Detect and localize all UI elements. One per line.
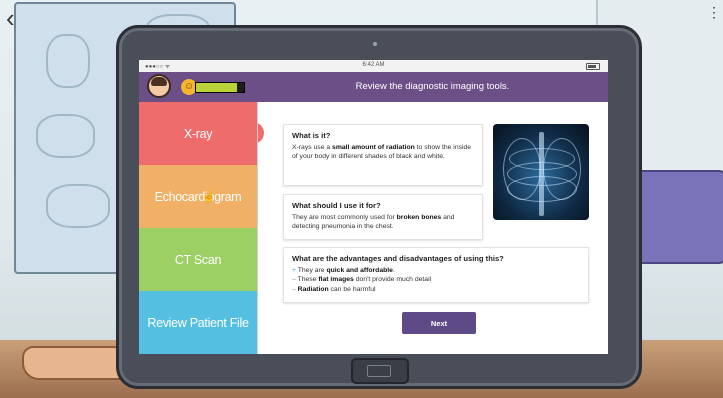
next-button[interactable]: Next bbox=[402, 312, 476, 334]
heart-sketch bbox=[46, 34, 90, 88]
camera-icon bbox=[373, 42, 377, 46]
advantage-line: + They are quick and affordable. bbox=[292, 266, 580, 276]
menu-item-label: Review Patient File bbox=[147, 315, 249, 330]
menu-item-review-patient-file[interactable]: Review Patient File bbox=[139, 291, 257, 354]
divider bbox=[257, 102, 258, 354]
card-heading: What is it? bbox=[292, 131, 331, 140]
minus-icon: – bbox=[292, 276, 296, 283]
disadvantage-line: – These flat images don't provide much d… bbox=[292, 275, 580, 285]
progress-fill bbox=[196, 83, 237, 92]
card-text: X-rays use a small amount of radiation t… bbox=[292, 144, 471, 161]
advantages-card: What are the advantages and disadvantage… bbox=[283, 247, 589, 303]
menu-item-label: CT Scan bbox=[174, 252, 222, 267]
tool-menu: X-ray Echocardiogram CT Scan Review Pati… bbox=[139, 102, 264, 354]
home-button[interactable] bbox=[351, 358, 409, 384]
menu-item-xray[interactable]: X-ray bbox=[139, 102, 257, 165]
home-icon bbox=[367, 365, 391, 377]
status-bar: ●●●○○ ᯤ 6:42 AM bbox=[139, 60, 608, 72]
plus-icon: + bbox=[292, 266, 296, 274]
text-bold: quick and affordable bbox=[326, 266, 393, 274]
printer bbox=[628, 170, 723, 264]
what-is-it-card: What is it? X-rays use a small amount of… bbox=[283, 124, 483, 186]
card-text: They are most commonly used for broken b… bbox=[292, 214, 454, 231]
text-part: can be harmful bbox=[328, 285, 376, 293]
disadvantage-line: – Radiation can be harmful bbox=[292, 285, 580, 295]
card-heading: What are the advantages and disadvantage… bbox=[292, 254, 504, 263]
text-part: They are bbox=[297, 266, 327, 274]
menu-item-echocardiogram[interactable]: Echocardiogram bbox=[139, 165, 257, 228]
hand-cursor-icon: ☝ bbox=[202, 191, 216, 203]
text-part: These bbox=[297, 276, 319, 283]
text-bold: Radiation bbox=[297, 285, 329, 293]
text-part: X-rays use a bbox=[292, 143, 333, 151]
avatar bbox=[147, 74, 171, 98]
text-bold: small amount of radiation bbox=[332, 143, 415, 151]
what-to-use-card: What should I use it for? They are most … bbox=[283, 194, 483, 240]
menu-item-label: X-ray bbox=[183, 126, 213, 141]
page-title: Review the diagnostic imaging tools. bbox=[355, 81, 510, 92]
text-bold: broken bones bbox=[396, 213, 442, 221]
app-header: ☺ Review the diagnostic imaging tools. bbox=[139, 72, 608, 102]
card-heading: What should I use it for? bbox=[292, 201, 381, 210]
text-part: . bbox=[392, 266, 395, 274]
battery-icon bbox=[586, 63, 600, 70]
chevron-left-icon[interactable]: ‹ bbox=[6, 4, 26, 32]
text-part: don't provide much detail bbox=[353, 276, 432, 283]
progress-bar bbox=[195, 82, 245, 93]
minus-icon: – bbox=[292, 285, 296, 293]
text-bold: flat images bbox=[318, 276, 354, 283]
menu-item-ct-scan[interactable]: CT Scan bbox=[139, 228, 257, 291]
pelvis-sketch bbox=[46, 184, 110, 228]
menu-dots-icon[interactable]: ⋮ bbox=[707, 4, 721, 21]
organ-sketch bbox=[36, 114, 95, 158]
rib bbox=[507, 176, 577, 202]
tablet-screen: ●●●○○ ᯤ 6:42 AM ☺ Review the diagnostic … bbox=[139, 60, 608, 354]
text-part: They are most commonly used for bbox=[292, 213, 397, 221]
menu-item-label: Echocardiogram bbox=[154, 189, 242, 204]
status-time: 6:42 AM bbox=[362, 62, 385, 68]
chest-xray-image bbox=[493, 124, 589, 220]
